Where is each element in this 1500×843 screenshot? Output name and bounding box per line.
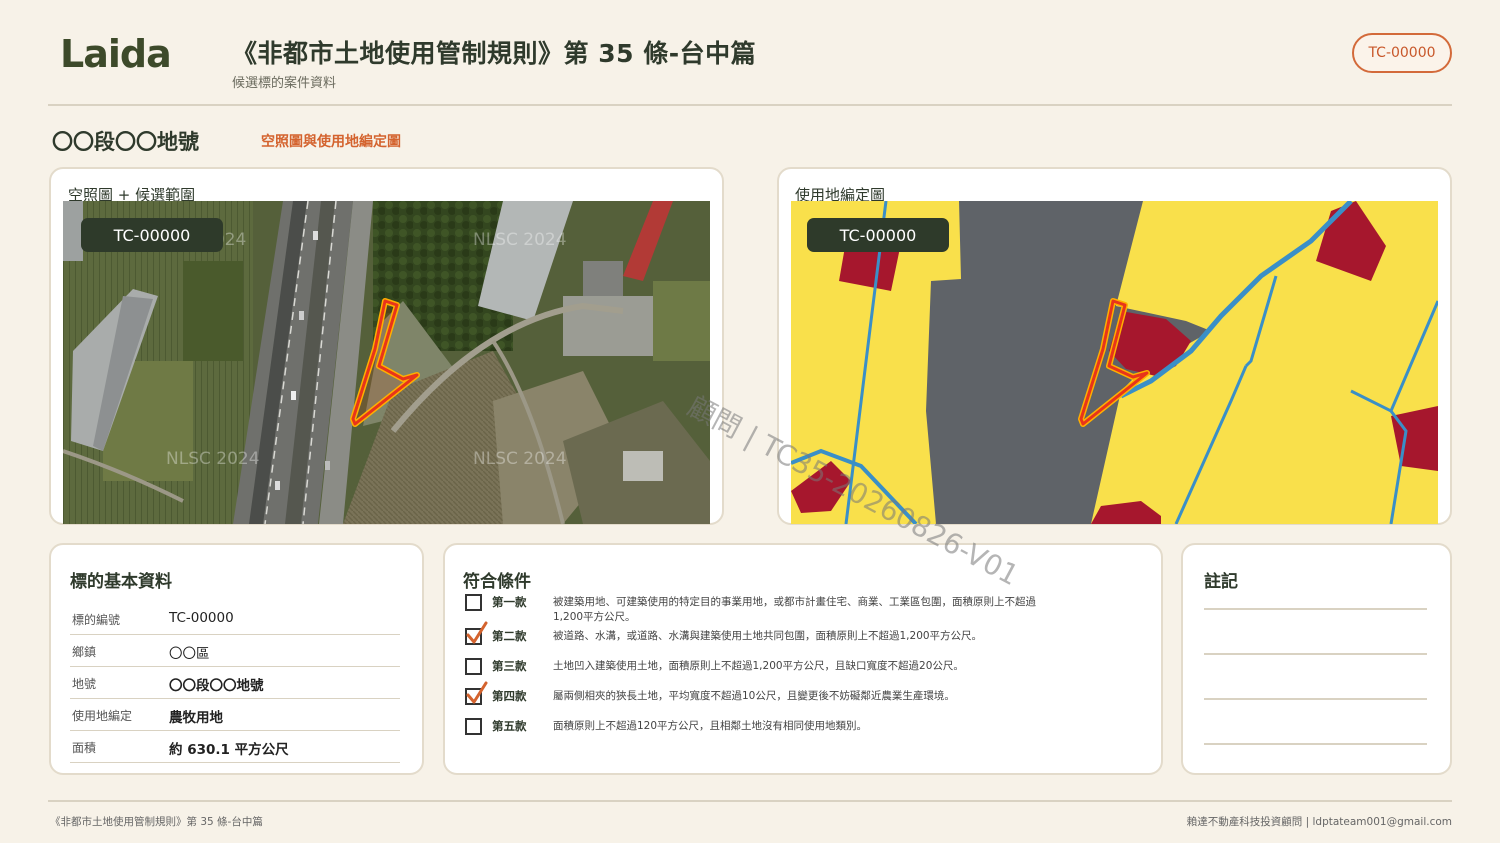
- info-row-case-id: 標的編號 TC-00000: [70, 603, 400, 635]
- note-line[interactable]: [1204, 608, 1427, 610]
- note-line[interactable]: [1204, 743, 1427, 745]
- aerial-watermark-text: NLSC 2024: [473, 230, 567, 250]
- checkmark-icon: [466, 681, 488, 704]
- parcel-name: 〇〇段〇〇地號: [52, 130, 199, 154]
- info-row-area: 面積 約 630.1 平方公尺: [70, 731, 400, 763]
- info-row-district: 鄉鎮 〇〇區: [70, 635, 400, 667]
- footer-divider: [48, 800, 1452, 802]
- condition-checkbox-1[interactable]: [465, 594, 482, 611]
- basic-info-title: 標的基本資料: [70, 572, 172, 592]
- note-line[interactable]: [1204, 698, 1427, 700]
- aerial-watermark-text: NLSC 2024: [166, 449, 260, 469]
- zoning-case-chip: TC-00000: [807, 218, 949, 252]
- condition-checkbox-5[interactable]: [465, 718, 482, 735]
- footer-contact: 賴達不動產科技投資顧問 | ldptateam001@gmail.com: [1186, 816, 1452, 828]
- checkmark-icon: [466, 621, 488, 644]
- section-link-maps[interactable]: 空照圖與使用地編定圖: [261, 131, 401, 151]
- page-subtitle: 候選標的案件資料: [232, 76, 337, 91]
- conditions-title: 符合條件: [463, 572, 531, 592]
- aerial-watermark-text: NLSC 2024: [473, 449, 567, 469]
- info-row-zoning: 使用地編定 農牧用地: [70, 699, 400, 731]
- note-line[interactable]: [1204, 653, 1427, 655]
- laida-logo: Laida: [60, 32, 172, 76]
- condition-checkbox-3[interactable]: [465, 658, 482, 675]
- notes-title: 註記: [1204, 572, 1238, 592]
- aerial-case-chip: TC-00000: [81, 218, 223, 252]
- header-divider: [48, 104, 1452, 106]
- info-row-lot: 地號 〇〇段〇〇地號: [70, 667, 400, 699]
- footer-title: 《非都市土地使用管制規則》第 35 條-台中篇: [50, 816, 263, 828]
- page-title: 《非都市土地使用管制規則》第 35 條-台中篇: [232, 39, 757, 68]
- case-id-badge: TC-00000: [1352, 33, 1452, 73]
